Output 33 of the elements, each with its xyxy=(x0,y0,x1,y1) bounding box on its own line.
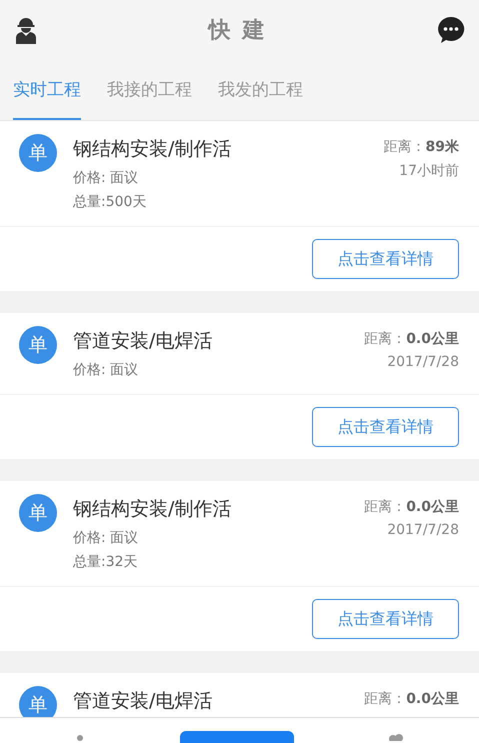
post-time: 2017/7/28 xyxy=(387,354,459,370)
order-badge: 单 xyxy=(19,494,57,532)
distance-label: 距离： xyxy=(364,691,406,707)
distance-value: 0.0公里 xyxy=(406,331,459,347)
details-button[interactable]: 点击查看详情 xyxy=(312,599,459,639)
distance-value: 0.0公里 xyxy=(406,691,459,707)
tab[interactable]: 我发的工程 xyxy=(218,60,303,120)
job-info: 价格: 面议 xyxy=(73,529,140,548)
job-title: 管道安装/电焊活 xyxy=(73,689,214,714)
job-title: 钢结构安装/制作活 xyxy=(73,137,232,162)
job-info: 价格: 面议 xyxy=(73,361,140,380)
app-title: 快 建 xyxy=(208,17,266,45)
details-button[interactable]: 点击查看详情 xyxy=(312,239,459,279)
details-button[interactable]: 点击查看详情 xyxy=(312,407,459,447)
job-title: 管道安装/电焊活 xyxy=(73,329,214,354)
job-info: 总量:32天 xyxy=(73,553,139,572)
nav-icon[interactable] xyxy=(388,731,404,741)
worker-icon[interactable] xyxy=(14,16,38,44)
chat-icon[interactable] xyxy=(436,16,465,44)
job-info: 总量:500天 xyxy=(73,193,148,212)
distance-value: 89米 xyxy=(426,139,459,155)
order-badge: 单 xyxy=(19,686,57,717)
order-badge: 单 xyxy=(19,326,57,364)
job-info: 价格: 面议 xyxy=(73,169,140,188)
distance-label: 距离： xyxy=(384,139,426,155)
post-time: 2017/7/28 xyxy=(387,522,459,538)
post-time: 17小时前 xyxy=(399,162,459,180)
order-badge: 单 xyxy=(19,134,57,172)
job-title: 钢结构安装/制作活 xyxy=(73,497,232,522)
tab[interactable]: 我接的工程 xyxy=(107,60,192,120)
distance-label: 距离： xyxy=(364,499,406,515)
distance-value: 0.0公里 xyxy=(406,499,459,515)
distance-label: 距离： xyxy=(364,331,406,347)
